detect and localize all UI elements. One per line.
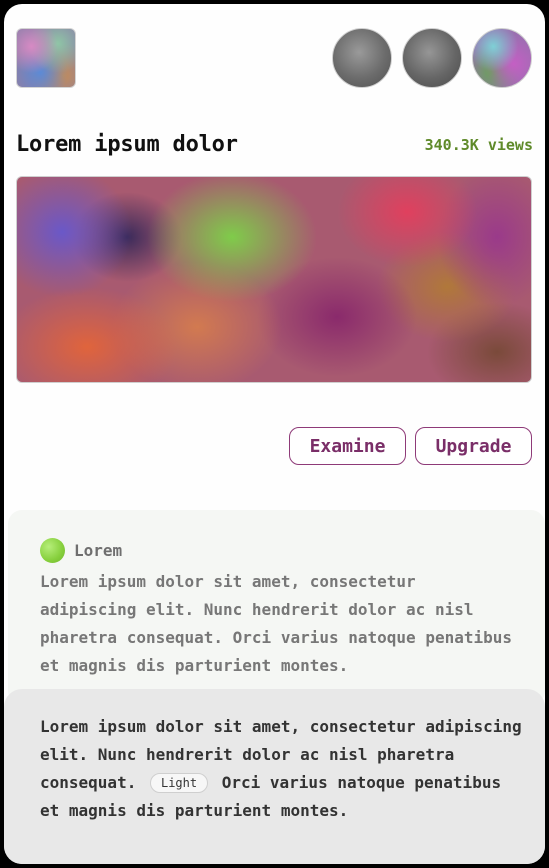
comment-author[interactable]: Lorem [74,541,122,560]
reply-card: Lorem ipsum dolor sit amet, consectetur … [4,689,545,864]
app-screen: Lorem ipsum dolor 340.3K views Examine U… [4,4,545,864]
upgrade-button[interactable]: Upgrade [415,427,532,465]
light-tag[interactable]: Light [149,773,209,793]
avatar-icon[interactable] [402,28,462,88]
comment-card: Lorem Lorem ipsum dolor sit amet, consec… [8,510,545,705]
app-logo-icon[interactable] [16,28,76,88]
comment-text: Lorem ipsum dolor sit amet, consectetur … [40,572,513,675]
avatar-icon[interactable] [472,28,532,88]
examine-button[interactable]: Examine [289,427,406,465]
reply-text: Lorem ipsum dolor sit amet, consectetur … [40,713,524,825]
avatar-icon[interactable] [332,28,392,88]
view-count: 340.3K views [424,136,533,154]
commenter-avatar-icon[interactable] [40,538,65,563]
video-thumbnail[interactable] [16,176,532,383]
video-title: Lorem ipsum dolor [16,132,238,157]
